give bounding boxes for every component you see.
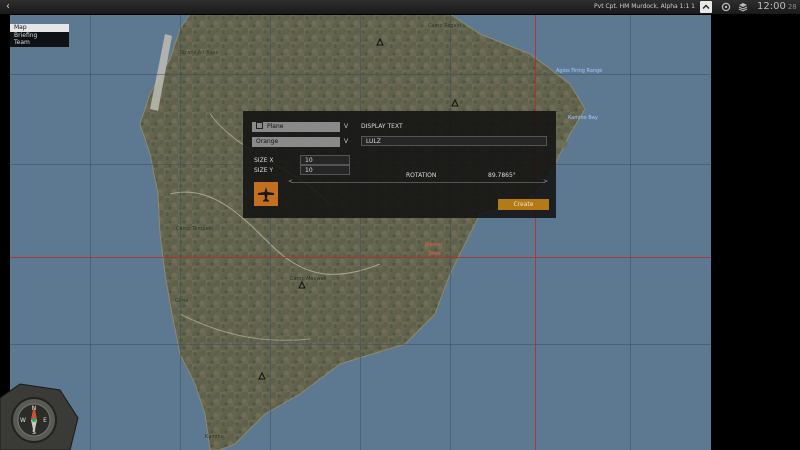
marker-color-dropdown-arrow[interactable]: V <box>342 137 350 147</box>
rotation-slider-right-arrow[interactable]: > <box>543 179 548 185</box>
marker-type-value: Plane <box>267 123 284 130</box>
create-button[interactable]: Create <box>498 199 549 210</box>
rotation-value: 89.7865° <box>488 172 516 179</box>
triangle-marker-icon[interactable] <box>376 38 384 46</box>
grid-line <box>630 14 631 450</box>
map-label-airbase: Stratis Air Base <box>180 50 219 56</box>
map-label-north: Camp Rogain <box>428 23 462 29</box>
compass: N W E S <box>0 378 80 450</box>
top-bar: ‹ Pvt Cpt. HM Murdock, Alpha 1:1 1 12:00… <box>0 0 800 15</box>
clock-time: 12:00 <box>757 1 786 12</box>
marker-type-dropdown-arrow[interactable]: V <box>342 122 350 132</box>
marker-type-select[interactable]: Plane <box>252 122 340 132</box>
cursor-crosshair-horizontal <box>10 257 711 258</box>
rotation-label: ROTATION <box>406 172 437 179</box>
grid-line <box>10 344 711 345</box>
player-name: Pvt Cpt. HM Murdock, Alpha 1:1 1 <box>594 3 695 10</box>
display-text-input[interactable] <box>361 136 547 146</box>
map-label-kamino: Kamino <box>205 434 224 440</box>
marker-color-value: Orange <box>256 138 279 145</box>
map-label-red-marker-sub: Zone <box>428 251 441 257</box>
grid-line <box>180 14 181 450</box>
triangle-marker-icon[interactable] <box>258 372 266 380</box>
map-label-range: Agios Firing Range <box>556 68 603 74</box>
plane-marker-preview-icon[interactable] <box>254 182 278 206</box>
grid-line <box>90 14 91 450</box>
marker-type-icon <box>256 122 263 129</box>
cursor-crosshair-vertical <box>535 14 536 450</box>
size-x-label: SIZE X <box>254 157 274 164</box>
size-y-input[interactable] <box>300 165 350 175</box>
map-label-maxwell: Camp Maxwell <box>290 276 327 282</box>
side-menu-item-team[interactable]: Team <box>10 39 69 47</box>
triangle-marker-icon[interactable] <box>298 281 306 289</box>
map-label-bay: Kamino Bay <box>568 115 598 121</box>
side-menu-item-map[interactable]: Map <box>10 24 69 32</box>
rotation-slider[interactable] <box>292 182 545 183</box>
layers-icon[interactable] <box>737 1 749 13</box>
size-y-label: SIZE Y <box>254 167 274 174</box>
display-text-label: DISPLAY TEXT <box>361 123 403 130</box>
compass-east: E <box>43 417 47 424</box>
marker-color-select[interactable]: Orange <box>252 137 340 147</box>
grid-line <box>450 14 451 450</box>
rotation-slider-left-arrow[interactable]: < <box>288 179 293 185</box>
side-menu: Map Briefing Team <box>10 24 69 47</box>
compass-south: S <box>32 429 36 436</box>
grid-line <box>270 14 271 450</box>
grid-line <box>360 14 361 450</box>
clock: 12:00 28 <box>757 0 797 14</box>
grid-line <box>10 74 711 75</box>
compass-north: N <box>32 405 37 412</box>
map-label-girna: Girna <box>175 298 189 304</box>
compass-west: W <box>20 417 26 424</box>
triangle-marker-icon[interactable] <box>451 99 459 107</box>
size-x-input[interactable] <box>300 155 350 165</box>
gear-icon[interactable] <box>720 1 732 13</box>
map-label-tempest: Camp Tempest <box>176 226 214 232</box>
chevron-up-icon[interactable] <box>700 1 712 13</box>
back-button[interactable]: ‹ <box>2 0 14 14</box>
clock-seconds: 28 <box>787 3 797 11</box>
map-view[interactable]: Stratis Air Base Camp Rogain Agios Firin… <box>10 14 711 450</box>
side-menu-item-briefing[interactable]: Briefing <box>10 32 69 40</box>
right-panel-empty <box>711 14 800 450</box>
map-label-red-marker: Marker <box>425 242 443 248</box>
